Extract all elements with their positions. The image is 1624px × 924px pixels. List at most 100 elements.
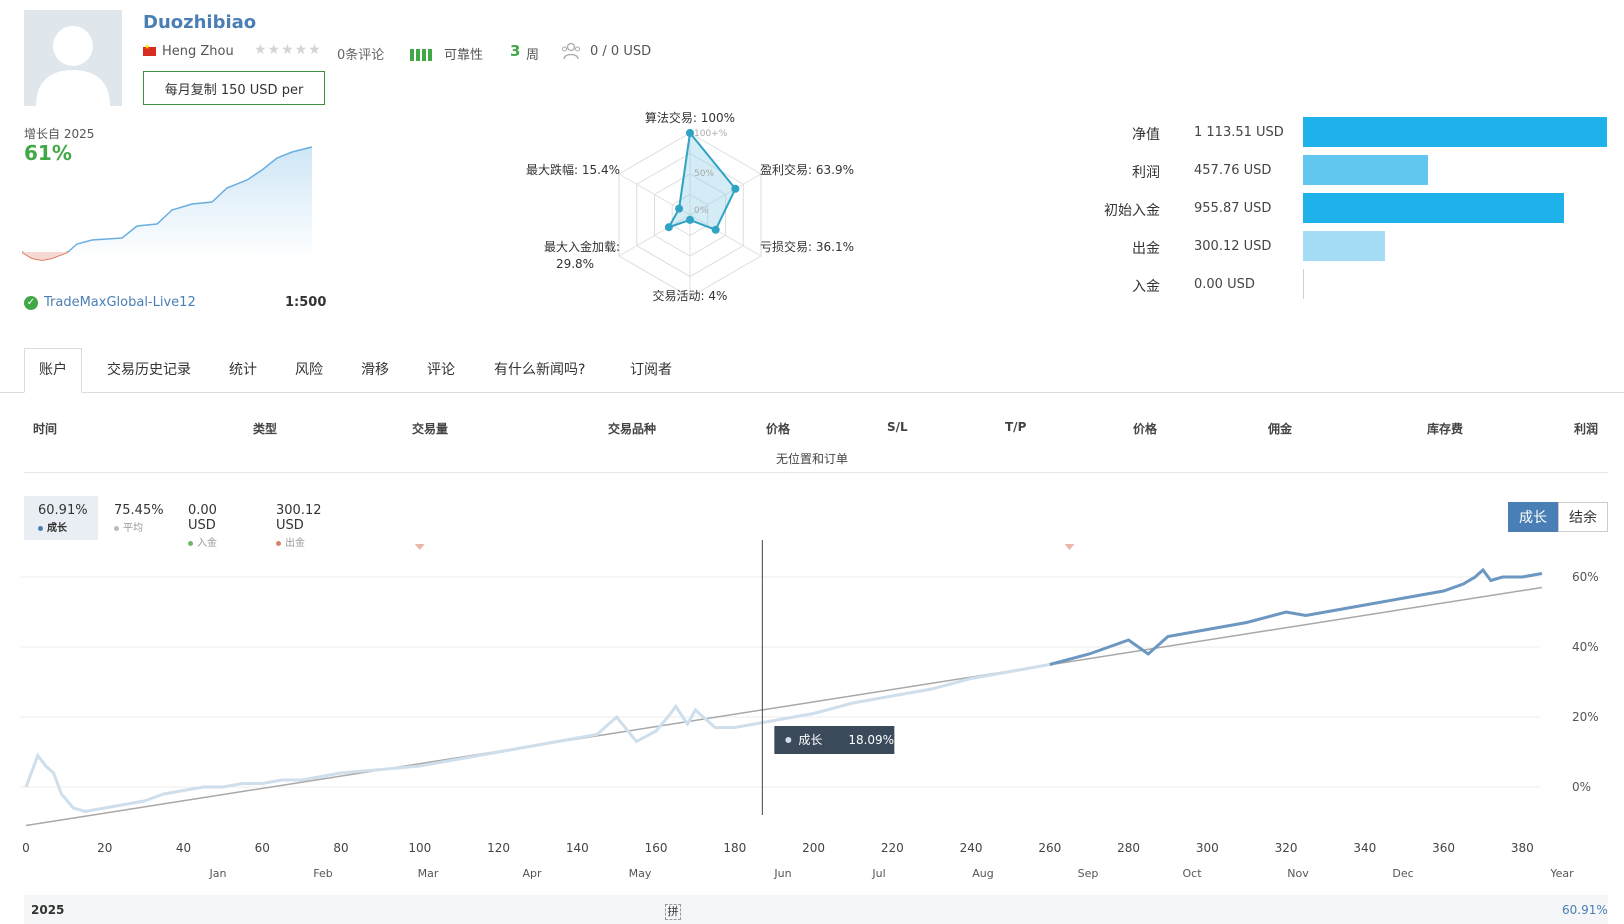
verified-check-icon: ✓ (24, 296, 38, 310)
withdrawal-marker-icon[interactable] (1064, 544, 1075, 550)
tab-news[interactable]: 有什么新闻吗? (494, 359, 585, 379)
x-tick-label: 140 (566, 841, 589, 855)
col-profit: 利润 (1574, 422, 1599, 436)
tab-statistics[interactable]: 统计 (229, 359, 257, 379)
balance-toggle-button[interactable]: 结余 (1558, 502, 1608, 532)
growth-toggle-button[interactable]: 成长 (1508, 502, 1558, 532)
x-tick-label: 360 (1432, 841, 1455, 855)
y-tick-label: 60% (1572, 570, 1599, 584)
stat-withdrawal[interactable]: 300.12 USD 出金 (262, 496, 362, 549)
x-tick-label: 160 (645, 841, 668, 855)
month-label: Nov (1287, 867, 1309, 880)
tab-slippage[interactable]: 滑移 (361, 359, 389, 379)
bar-label: 初始入金 (1104, 203, 1160, 219)
x-tick-label: 80 (333, 841, 348, 855)
x-tick-label: 240 (960, 841, 983, 855)
radar-label-deposit-load-value: 29.8% (556, 257, 594, 271)
col-type: 类型 (253, 422, 278, 436)
month-label: Jul (871, 867, 885, 880)
y-tick-label: 20% (1572, 710, 1599, 724)
month-label: Sep (1078, 867, 1099, 880)
month-label: Feb (313, 867, 332, 880)
month-label: Aug (972, 867, 993, 880)
balance-bar (1303, 193, 1564, 223)
tooltip-label: 成长 (798, 733, 822, 747)
bar-label: 入金 (1132, 279, 1160, 295)
tab-subscribers[interactable]: 订阅者 (630, 359, 672, 379)
x-tick-label: 260 (1038, 841, 1061, 855)
reviews-count[interactable]: 0条评论 (337, 44, 384, 63)
stat-average[interactable]: 75.45% 平均 (100, 496, 174, 540)
month-label: Dec (1392, 867, 1413, 880)
month-label: Oct (1182, 867, 1202, 880)
copy-subscribe-button[interactable]: 每月复制 150 USD per (143, 71, 325, 105)
x-tick-label: 320 (1275, 841, 1298, 855)
col-time: 时间 (33, 422, 58, 436)
x-tick-label: 60 (255, 841, 270, 855)
x-tick-label: 220 (881, 841, 904, 855)
reliability-bars-icon (410, 46, 436, 61)
radar-point (686, 215, 694, 224)
radar-tick-100: 100+% (694, 129, 728, 139)
balance-bar (1303, 155, 1428, 185)
signal-title[interactable]: Duozhibiao (143, 12, 256, 33)
tab-reviews[interactable]: 评论 (427, 359, 455, 379)
bar-value: 300.12 USD (1194, 239, 1272, 254)
tab-account[interactable]: 账户 (24, 348, 82, 393)
y-tick-label: 40% (1572, 640, 1599, 654)
col-symbol: 交易品种 (608, 422, 657, 436)
weeks-unit: 周 (526, 48, 540, 63)
series-dot-icon (114, 525, 119, 531)
china-flag-icon (143, 43, 156, 56)
stat-label: 成长 (47, 523, 67, 534)
year-growth-value: 60.91% (1562, 903, 1608, 917)
x-tick-label: 100 (408, 841, 431, 855)
radar-label-loss: 亏损交易: 36.1% (760, 239, 854, 254)
col-sl: S/L (887, 420, 908, 434)
growth-chart[interactable]: 60% 40% 20% 0% 成长 18.09% 0 20 40 60 80 100 120 140 160… (20, 540, 1620, 895)
user-silhouette-icon (36, 26, 110, 106)
radar-label-activity: 交易活动: 4% (653, 288, 728, 303)
tab-trade-history[interactable]: 交易历史记录 (107, 359, 191, 379)
stat-growth[interactable]: 60.91% 成长 (24, 496, 98, 540)
growth-series-line (24, 663, 1051, 814)
avatar (24, 10, 122, 106)
bar-value: 0.00 USD (1194, 277, 1255, 292)
withdrawal-marker-icon[interactable] (414, 544, 425, 550)
x-tick-label: 200 (802, 841, 825, 855)
x-tick-label: 380 (1511, 841, 1534, 855)
owner-name[interactable]: Heng Zhou (162, 44, 234, 59)
radar-point (731, 184, 740, 193)
col-volume: 交易量 (412, 422, 449, 436)
radar-point (664, 223, 673, 232)
x-tick-label: 120 (487, 841, 510, 855)
x-tick-label: 280 (1117, 841, 1140, 855)
bar-label: 出金 (1132, 241, 1160, 257)
ime-indicator: 拼 (665, 904, 681, 920)
reliability-label: 可靠性 (444, 48, 484, 63)
col-price-close: 价格 (1133, 422, 1158, 436)
year-row (24, 895, 1608, 924)
broker-server-link[interactable]: TradeMaxGlobal-Live12 (44, 295, 196, 310)
radar-label-algo: 算法交易: 100% (645, 110, 735, 125)
series-dot-icon (38, 525, 43, 531)
y-tick-label: 0% (1572, 780, 1591, 794)
tab-risk[interactable]: 风险 (295, 359, 323, 379)
stat-value: 60.91% (38, 503, 88, 518)
radar-label-drawdown: 最大跌幅: 15.4% (526, 162, 620, 177)
stat-deposit[interactable]: 0.00 USD 入金 (174, 496, 262, 549)
month-label: Apr (522, 867, 542, 880)
month-label: Year (1549, 867, 1574, 880)
x-tick-label: 300 (1196, 841, 1219, 855)
col-commission: 佣金 (1268, 422, 1293, 436)
radar-chart: 算法交易: 100% 盈利交易: 63.9% 亏损交易: 36.1% 交易活动:… (526, 110, 854, 303)
stat-value: 300.12 USD (276, 503, 322, 533)
radar-label-deposit-load: 最大入金加载: (544, 239, 620, 254)
leverage-value: 1:500 (285, 295, 327, 310)
bar-value: 457.76 USD (1194, 163, 1272, 178)
tabs-divider (0, 392, 1624, 393)
radar-label-profit: 盈利交易: 63.9% (760, 162, 854, 177)
year-label: 2025 (31, 903, 65, 917)
mini-growth-chart (22, 146, 313, 262)
average-trend-line (25, 586, 1543, 827)
